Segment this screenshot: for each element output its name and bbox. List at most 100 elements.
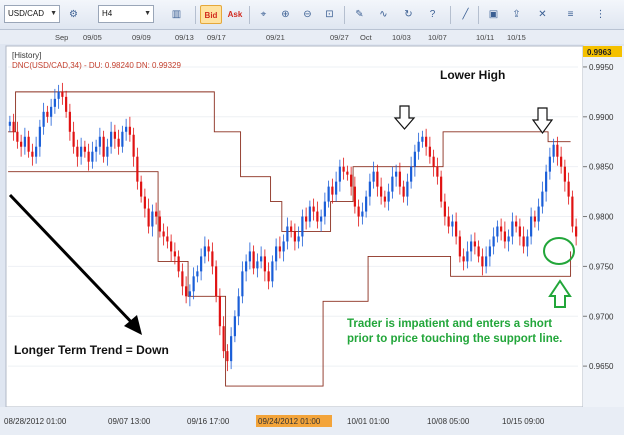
timeframe-value: H4 bbox=[102, 9, 113, 18]
top-date-label: Oct bbox=[360, 33, 373, 42]
candle-body bbox=[350, 174, 353, 187]
candle-body bbox=[226, 351, 229, 362]
toolbar-divider bbox=[450, 6, 451, 24]
candle-body bbox=[155, 211, 158, 217]
candle-body bbox=[42, 111, 45, 127]
candle-body bbox=[500, 226, 503, 232]
candle-body bbox=[46, 111, 49, 117]
candle-body bbox=[361, 211, 364, 217]
candle-body bbox=[316, 211, 319, 222]
candle-body bbox=[496, 226, 499, 237]
candle-body bbox=[526, 236, 529, 247]
candle-body bbox=[470, 241, 473, 252]
tools-icon[interactable]: ✕ bbox=[532, 5, 553, 24]
candle-body bbox=[466, 251, 469, 262]
top-date-label: 10/03 bbox=[392, 33, 411, 42]
candle-body bbox=[252, 251, 255, 269]
symbol-select[interactable]: USD/CAD ▼ bbox=[4, 5, 60, 23]
zoom-fit-icon[interactable]: ⊡ bbox=[319, 5, 340, 24]
candle-body bbox=[485, 256, 488, 267]
candle-body bbox=[563, 166, 566, 182]
candle-body bbox=[346, 171, 349, 175]
candle-body bbox=[76, 146, 79, 157]
screenshot-icon[interactable]: ▣ bbox=[483, 5, 504, 24]
candle-body bbox=[308, 206, 311, 222]
candle-body bbox=[462, 256, 465, 262]
candle-body bbox=[560, 156, 563, 167]
chevron-down-icon: ▼ bbox=[50, 10, 57, 17]
menu-icon[interactable]: ≡ bbox=[560, 5, 581, 24]
candle-body bbox=[260, 256, 263, 262]
draw-tool-icon[interactable]: ✎ bbox=[349, 5, 370, 24]
candle-body bbox=[477, 246, 480, 257]
chart-type-icon[interactable]: ▥ bbox=[166, 5, 187, 24]
bid-button[interactable]: Bid bbox=[200, 5, 222, 24]
candle-body bbox=[537, 206, 540, 222]
candle-body bbox=[312, 206, 315, 212]
candle-body bbox=[571, 196, 574, 227]
price-chart[interactable]: Sep 09/05 09/09 09/13 09/17 09/21 09/27 Oct 10/0… bbox=[0, 30, 624, 435]
current-price-value: 0.9963 bbox=[587, 48, 612, 57]
y-tick-label: 0.9850 bbox=[589, 163, 614, 172]
candle-body bbox=[402, 186, 405, 197]
more-options-icon[interactable]: ⋮ bbox=[590, 5, 611, 24]
top-date-label: 10/15 bbox=[507, 33, 526, 42]
indicator-icon[interactable]: ∿ bbox=[373, 5, 394, 24]
crosshair-icon[interactable]: ⌖ bbox=[253, 5, 274, 24]
help-icon[interactable]: ? bbox=[422, 5, 443, 24]
trend-label: Longer Term Trend = Down bbox=[14, 343, 169, 357]
ruler-icon[interactable]: ╱ bbox=[455, 5, 476, 24]
current-price-tag: 0.9963 bbox=[583, 46, 622, 57]
trader-note-line-1: Trader is impatient and enters a short bbox=[347, 318, 552, 330]
zoom-out-icon[interactable]: ⊖ bbox=[297, 5, 318, 24]
candle-body bbox=[87, 151, 90, 162]
ask-button[interactable]: Ask bbox=[225, 5, 245, 24]
candle-body bbox=[31, 151, 34, 157]
candle-body bbox=[293, 231, 296, 242]
bottom-date-label: 10/08 05:00 bbox=[427, 417, 470, 426]
candle-body bbox=[320, 216, 323, 222]
candle-body bbox=[162, 231, 165, 237]
candle-body bbox=[297, 236, 300, 242]
candle-body bbox=[267, 271, 270, 282]
candle-body bbox=[125, 126, 128, 132]
toolbar-divider bbox=[195, 6, 196, 24]
candle-body bbox=[91, 151, 94, 162]
candle-body bbox=[95, 146, 98, 152]
candle-body bbox=[417, 141, 420, 152]
candle-body bbox=[530, 216, 533, 237]
chart-area: Sep 09/05 09/09 09/13 09/17 09/21 09/27 Oct 10/0… bbox=[0, 30, 624, 435]
candle-body bbox=[117, 138, 120, 147]
zoom-in-icon[interactable]: ⊕ bbox=[275, 5, 296, 24]
timeframe-select[interactable]: H4 ▼ bbox=[98, 5, 154, 23]
candle-body bbox=[68, 111, 71, 132]
candle-body bbox=[335, 181, 338, 195]
history-label: [History] bbox=[12, 51, 41, 60]
candle-body bbox=[200, 256, 203, 272]
candle-body bbox=[53, 98, 56, 107]
candle-body bbox=[203, 246, 206, 257]
export-icon[interactable]: ⇪ bbox=[506, 5, 527, 24]
candle-body bbox=[106, 146, 109, 157]
candle-body bbox=[436, 166, 439, 177]
candle-body bbox=[372, 171, 375, 182]
candle-body bbox=[185, 286, 188, 297]
candle-body bbox=[20, 141, 23, 147]
candle-body bbox=[215, 266, 218, 297]
candle-body bbox=[16, 131, 19, 142]
candle-body bbox=[301, 216, 304, 237]
candle-body bbox=[533, 216, 536, 222]
candle-body bbox=[102, 136, 105, 157]
candle-body bbox=[181, 271, 184, 287]
candle-body bbox=[80, 146, 83, 157]
candle-body bbox=[323, 201, 326, 217]
refresh-icon[interactable]: ↻ bbox=[398, 5, 419, 24]
candle-body bbox=[222, 326, 225, 352]
candle-body bbox=[50, 106, 53, 117]
candle-body bbox=[12, 121, 15, 132]
candle-body bbox=[173, 251, 176, 257]
settings-dropdown-icon[interactable]: ⚙ bbox=[63, 5, 84, 24]
candle-body bbox=[398, 171, 401, 187]
candle-body bbox=[365, 196, 368, 212]
candle-body bbox=[541, 191, 544, 207]
